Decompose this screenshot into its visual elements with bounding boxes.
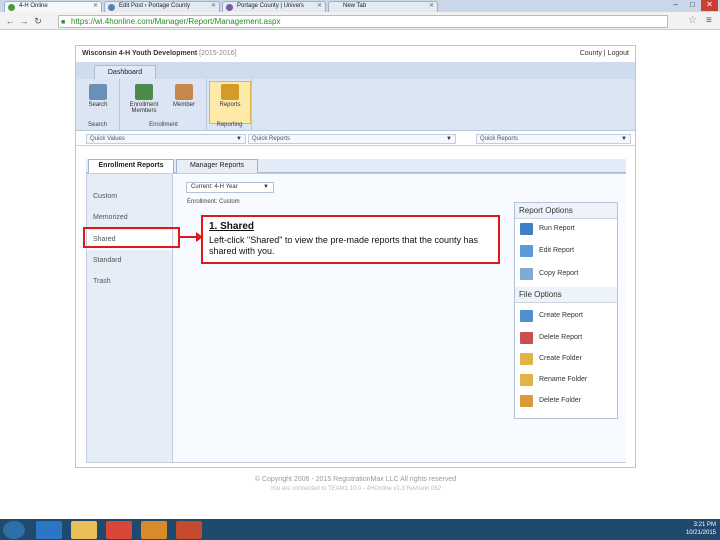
nav-item-custom[interactable]: Custom: [87, 187, 172, 207]
search-button[interactable]: Search: [79, 83, 117, 118]
ribbon-group-reporting: Reports Reporting: [208, 79, 252, 130]
tab-portage-county[interactable]: Portage County | Univers ✕: [222, 1, 326, 12]
address-bar-row: ← → ↻ ■ https://wi.4honline.com/Manager/…: [0, 12, 720, 30]
create-report-icon: [520, 310, 533, 322]
create-report-button[interactable]: Create Report: [519, 309, 615, 323]
windows-taskbar: 3:21 PM 10/21/2015: [0, 519, 720, 540]
quick-reports-select-2[interactable]: Quick Reports ▼: [476, 134, 631, 144]
rename-folder-button[interactable]: Rename Folder: [519, 373, 615, 387]
wordpress-icon: [108, 4, 115, 11]
site-title: Wisconsin 4-H Youth Development [2015-20…: [82, 50, 237, 57]
report-folder-nav: Custom Memorized Shared Standard Trash: [87, 174, 173, 462]
ie-icon[interactable]: [36, 521, 62, 539]
browser-tabbar: 4-H Online ✕ Edit Post ‹ Portage County …: [0, 0, 720, 12]
reports-icon: [221, 84, 239, 100]
callout-body: Left-click "Shared" to view the pre-made…: [209, 235, 479, 256]
reload-icon[interactable]: ↻: [32, 15, 44, 27]
delete-folder-button[interactable]: Delete Folder: [519, 394, 615, 408]
run-report-icon: [520, 223, 533, 235]
url-field[interactable]: ■ https://wi.4honline.com/Manager/Report…: [58, 15, 668, 28]
enrollment-members-button[interactable]: Enrollment Members: [125, 83, 163, 118]
tab-4honline[interactable]: 4-H Online ✕: [4, 1, 102, 12]
nav-item-memorized[interactable]: Memorized: [87, 208, 172, 228]
tab-new-tab[interactable]: New Tab ✕: [328, 1, 438, 12]
rename-folder-icon: [520, 374, 533, 386]
folder-icon[interactable]: [71, 521, 97, 539]
edit-report-icon: [520, 245, 533, 257]
window-controls: – □ ✕: [667, 0, 718, 12]
create-folder-button[interactable]: Create Folder: [519, 352, 615, 366]
shared-highlight-box: [83, 227, 180, 248]
footer-copyright: © Copyright 2006 - 2015 RegistrationMax …: [254, 476, 457, 483]
copy-report-icon: [520, 268, 533, 280]
close-tab-icon[interactable]: ✕: [211, 2, 216, 11]
menu-icon[interactable]: ≡: [706, 15, 712, 26]
system-tray: 3:21 PM 10/21/2015: [686, 521, 716, 537]
close-window-icon[interactable]: ✕: [701, 0, 718, 11]
tab-enrollment-reports[interactable]: Enrollment Reports: [88, 159, 174, 173]
options-panel: Report Options Run Report Edit Report Co…: [514, 202, 618, 419]
quick-bar: Quick Values ▼ Quick Reports ▼ Quick Repor…: [76, 132, 635, 146]
header-links[interactable]: County | Logout: [580, 50, 629, 57]
delete-folder-icon: [520, 395, 533, 407]
close-tab-icon[interactable]: ✕: [93, 2, 98, 11]
back-icon[interactable]: ←: [4, 15, 16, 27]
nav-item-standard[interactable]: Standard: [87, 251, 172, 271]
quick-reports-select[interactable]: Quick Reports ▼: [248, 134, 456, 144]
footer-connected: You are connected to TEAM1.10.0 - 4HOnli…: [269, 486, 442, 492]
ribbon: Search Search Enrollment Members Member …: [76, 79, 635, 131]
outlook-icon[interactable]: [141, 521, 167, 539]
breadcrumb: Enrollment: Custom: [187, 199, 240, 205]
delete-report-icon: [520, 332, 533, 344]
chevron-down-icon: ▼: [263, 184, 269, 190]
ribbon-group-enrollment: Enrollment Members Member Enrollment: [121, 79, 207, 130]
report-options-header: Report Options: [515, 203, 617, 219]
enrollment-icon: [135, 84, 153, 100]
chrome-icon[interactable]: [106, 521, 132, 539]
tab-manager-reports[interactable]: Manager Reports: [176, 159, 258, 173]
powerpoint-icon[interactable]: [176, 521, 202, 539]
forward-icon[interactable]: →: [18, 15, 30, 27]
lock-icon: ■: [61, 19, 66, 26]
quick-values-select[interactable]: Quick Values ▼: [86, 134, 246, 144]
chevron-down-icon: ▼: [446, 136, 452, 142]
instruction-callout: 1. Shared Left-click "Shared" to view th…: [201, 215, 500, 264]
close-tab-icon[interactable]: ✕: [317, 2, 322, 11]
edit-report-button[interactable]: Edit Report: [519, 244, 615, 258]
callout-title: 1. Shared: [209, 221, 255, 232]
nav-item-trash[interactable]: Trash: [87, 272, 172, 292]
clock-date: 10/21/2015: [685, 530, 716, 536]
ribbon-group-search: Search Search: [76, 79, 120, 130]
delete-report-button[interactable]: Delete Report: [519, 331, 615, 345]
maximize-icon[interactable]: □: [684, 0, 701, 11]
year-select[interactable]: Current: 4-H Year ▼: [186, 182, 274, 193]
search-icon: [89, 84, 107, 100]
copy-report-button[interactable]: Copy Report: [519, 267, 615, 281]
tab-edit-post[interactable]: Edit Post ‹ Portage County ✕: [104, 1, 220, 12]
file-options-header: File Options: [515, 287, 617, 303]
report-subtabs: Enrollment Reports Manager Reports: [86, 159, 626, 173]
member-button[interactable]: Member: [165, 83, 203, 118]
create-folder-icon: [520, 353, 533, 365]
site-header: Wisconsin 4-H Youth Development [2015-20…: [76, 46, 635, 62]
chevron-down-icon: ▼: [621, 136, 627, 142]
member-icon: [175, 84, 193, 100]
minimize-icon[interactable]: –: [667, 0, 684, 11]
run-report-button[interactable]: Run Report: [519, 222, 615, 236]
site-icon: [226, 4, 233, 11]
bookmark-star-icon[interactable]: ☆: [688, 15, 697, 26]
clover-icon: [8, 4, 15, 11]
start-button-icon[interactable]: [3, 521, 25, 539]
ribbon-tabs: Dashboard: [76, 62, 635, 79]
clock-time: 3:21 PM: [693, 522, 716, 528]
chevron-down-icon: ▼: [236, 136, 242, 142]
tab-dashboard[interactable]: Dashboard: [94, 65, 156, 79]
reports-button[interactable]: Reports: [211, 83, 249, 118]
close-tab-icon[interactable]: ✕: [429, 2, 434, 11]
